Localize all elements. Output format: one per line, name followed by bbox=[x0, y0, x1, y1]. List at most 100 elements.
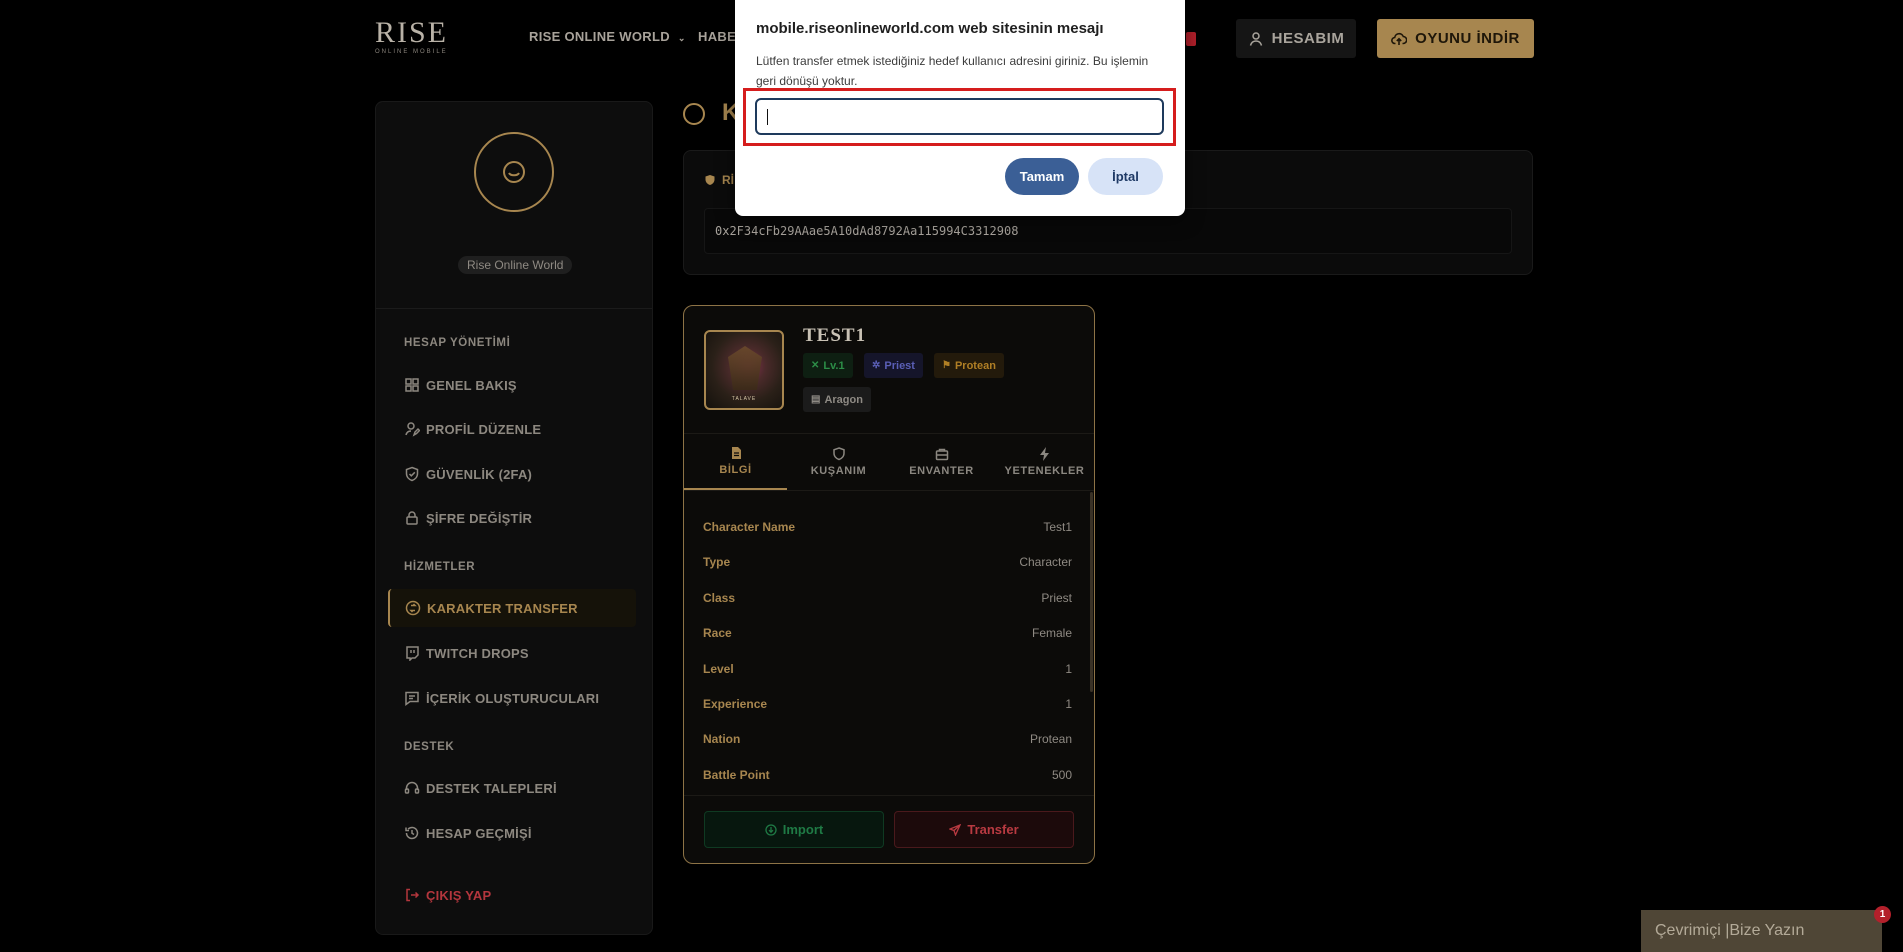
sidebar-item-label: GÜVENLİK (2FA) bbox=[426, 466, 533, 482]
character-info-list: Character Name Test1 Type Character Class P… bbox=[684, 492, 1094, 794]
bag-icon bbox=[935, 448, 948, 461]
sidebar-item-label: DESTEK TALEPLERİ bbox=[426, 780, 557, 796]
avatar bbox=[474, 132, 554, 212]
tab-skills[interactable]: YETENEKLER bbox=[993, 434, 1094, 490]
lightning-icon bbox=[1039, 447, 1049, 461]
sidebar-item-label: GENEL BAKIŞ bbox=[426, 377, 517, 393]
sidebar-item-label: TWITCH DROPS bbox=[426, 645, 529, 661]
sidebar-item-support-tickets[interactable]: DESTEK TALEPLERİ bbox=[404, 778, 557, 798]
server-badge: ▤ Aragon bbox=[803, 387, 871, 412]
sidebar: Rise Online World HESAP YÖNETİMİ GENEL B… bbox=[375, 101, 653, 935]
wallet-label: Rİ bbox=[704, 173, 734, 187]
flag-icon: ⚑ bbox=[942, 360, 951, 371]
character-actions: Import Transfer bbox=[684, 795, 1094, 863]
section-heading-account: HESAP YÖNETİMİ bbox=[404, 337, 511, 349]
site-logo[interactable]: RISE ONLINE MOBILE bbox=[375, 16, 449, 60]
lock-icon bbox=[406, 511, 418, 525]
sidebar-item-logout[interactable]: ÇIKIŞ YAP bbox=[404, 885, 491, 905]
download-game-button[interactable]: OYUNU İNDİR bbox=[1377, 19, 1534, 58]
portrait-emblem bbox=[728, 346, 762, 390]
character-card: TALAVE TEST1 ✕ Lv.1 ✲ Priest ⚑ Protean ▤… bbox=[683, 305, 1095, 864]
info-row: Experience 1 bbox=[703, 697, 1072, 711]
character-portrait: TALAVE bbox=[704, 330, 784, 410]
section-heading-support: DESTEK bbox=[404, 741, 455, 753]
info-row: Type Character bbox=[703, 555, 1072, 569]
cancel-button[interactable]: İptal bbox=[1088, 158, 1163, 195]
import-button[interactable]: Import bbox=[704, 811, 884, 848]
info-row: Character Name Test1 bbox=[703, 520, 1072, 534]
document-icon bbox=[731, 447, 741, 459]
sidebar-item-label: HESAP GEÇMİŞİ bbox=[426, 825, 532, 841]
section-heading-services: HİZMETLER bbox=[404, 561, 476, 573]
ok-button[interactable]: Tamam bbox=[1005, 158, 1079, 195]
transfer-button[interactable]: Transfer bbox=[894, 811, 1074, 848]
send-icon bbox=[949, 823, 962, 836]
logout-icon bbox=[406, 888, 420, 902]
info-row: Race Female bbox=[703, 626, 1072, 640]
shield-icon bbox=[832, 447, 845, 461]
sidebar-item-change-password[interactable]: ŞİFRE DEĞİŞTİR bbox=[404, 508, 532, 528]
account-button[interactable]: HESABIM bbox=[1236, 19, 1356, 58]
download-button-label: OYUNU İNDİR bbox=[1415, 30, 1520, 47]
target-address-input[interactable] bbox=[755, 98, 1164, 135]
character-name: TEST1 bbox=[803, 325, 867, 346]
sidebar-item-edit-profile[interactable]: PROFİL DÜZENLE bbox=[404, 419, 541, 439]
sidebar-item-label: KARAKTER TRANSFER bbox=[427, 600, 578, 616]
account-button-label: HESABIM bbox=[1271, 30, 1345, 47]
chat-icon bbox=[405, 691, 419, 706]
cloud-download-icon bbox=[765, 823, 777, 836]
twitch-icon bbox=[406, 646, 419, 661]
info-scrollbar[interactable] bbox=[1090, 492, 1093, 692]
sidebar-item-label: İÇERİK OLUŞTURUCULARI bbox=[426, 690, 600, 706]
transfer-icon bbox=[405, 600, 421, 616]
chevron-down-icon: ⌄ bbox=[677, 33, 686, 43]
nav-badge bbox=[1186, 32, 1196, 46]
gear-icon: ✲ bbox=[872, 360, 881, 371]
info-row: Battle Point 500 bbox=[703, 768, 1072, 782]
sidebar-item-label: ŞİFRE DEĞİŞTİR bbox=[426, 510, 533, 526]
info-row: Nation Protean bbox=[703, 732, 1072, 746]
portrait-caption: TALAVE bbox=[731, 396, 757, 402]
sidebar-profile: Rise Online World bbox=[376, 102, 652, 309]
sidebar-item-security[interactable]: GÜVENLİK (2FA) bbox=[404, 464, 532, 484]
swords-icon: ✕ bbox=[811, 360, 820, 371]
live-chat-widget[interactable]: Çevrimiçi |Bize Yazın bbox=[1641, 910, 1882, 952]
transfer-icon bbox=[683, 103, 705, 125]
text-caret bbox=[767, 109, 768, 125]
info-row: Level 1 bbox=[703, 662, 1072, 676]
tab-info[interactable]: BİLGİ bbox=[684, 434, 787, 490]
logo-text: RISE bbox=[375, 16, 449, 49]
user-icon bbox=[1249, 31, 1262, 46]
sidebar-item-overview[interactable]: GENEL BAKIŞ bbox=[404, 375, 517, 395]
dialog-message: Lütfen transfer etmek istediğiniz hedef … bbox=[756, 54, 1149, 88]
class-badge: ✲ Priest bbox=[864, 353, 923, 378]
tab-inventory[interactable]: ENVANTER bbox=[890, 434, 993, 490]
info-row: Class Priest bbox=[703, 591, 1072, 605]
smile-icon bbox=[503, 161, 525, 183]
logo-subtext: ONLINE MOBILE bbox=[375, 49, 448, 55]
shield-icon bbox=[705, 175, 715, 185]
sidebar-item-label: PROFİL DÜZENLE bbox=[426, 421, 542, 437]
server-icon: ▤ bbox=[811, 394, 821, 405]
character-header: TALAVE TEST1 ✕ Lv.1 ✲ Priest ⚑ Protean ▤… bbox=[684, 306, 1094, 434]
headset-icon bbox=[404, 781, 420, 794]
sidebar-item-content-creators[interactable]: İÇERİK OLUŞTURUCULARI bbox=[404, 688, 599, 708]
sidebar-item-account-history[interactable]: HESAP GEÇMİŞİ bbox=[404, 823, 532, 843]
history-icon bbox=[405, 826, 419, 840]
grid-icon bbox=[405, 378, 419, 392]
user-edit-icon bbox=[405, 422, 420, 437]
chat-notification-badge: 1 bbox=[1874, 906, 1891, 923]
tab-equipment[interactable]: KUŞANIM bbox=[787, 434, 890, 490]
level-badge: ✕ Lv.1 bbox=[803, 353, 853, 378]
dialog-title: mobile.riseonlineworld.com web sitesinin… bbox=[756, 20, 1104, 37]
nav-haberler[interactable]: HABE bbox=[698, 29, 736, 44]
sidebar-item-character-transfer[interactable]: KARAKTER TRANSFER bbox=[388, 589, 636, 627]
sidebar-item-label: ÇIKIŞ YAP bbox=[426, 887, 492, 903]
nav-rise-online-world[interactable]: RISE ONLINE WORLD ⌄ bbox=[529, 29, 686, 44]
sidebar-item-twitch-drops[interactable]: TWITCH DROPS bbox=[404, 643, 529, 663]
cloud-upload-icon bbox=[1391, 32, 1408, 45]
profile-name-badge: Rise Online World bbox=[458, 256, 573, 274]
nation-badge: ⚑ Protean bbox=[934, 353, 1004, 378]
prompt-dialog: mobile.riseonlineworld.com web sitesinin… bbox=[735, 0, 1185, 216]
character-tabs: BİLGİ KUŞANIM ENVANTER YETENEKLER bbox=[684, 434, 1094, 491]
